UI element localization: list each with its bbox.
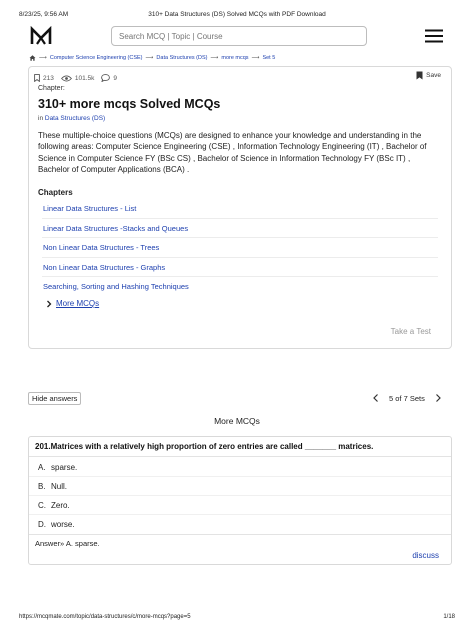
question-text: Matrices with a relatively high proporti…: [50, 442, 374, 451]
option-text: Null.: [51, 481, 68, 491]
option-a[interactable]: A. sparse.: [29, 458, 451, 477]
option-letter: B.: [38, 481, 46, 491]
mcqmate-logo-icon[interactable]: [30, 26, 52, 46]
option-c[interactable]: C. Zero.: [29, 496, 451, 515]
home-icon[interactable]: [29, 55, 36, 61]
more-mcqs-label: More MCQs: [56, 299, 100, 308]
breadcrumb-item-more-mcqs[interactable]: more mcqs: [221, 55, 248, 61]
chapter-link-graphs[interactable]: Non Linear Data Structures - Graphs: [42, 258, 438, 277]
description: These multiple-choice questions (MCQs) a…: [38, 131, 427, 175]
chapter-label: Chapter:: [38, 85, 65, 92]
option-d[interactable]: D. worse.: [29, 515, 451, 534]
print-page-title: 310+ Data Structures (DS) Solved MCQs wi…: [148, 11, 326, 18]
chapter-link-trees[interactable]: Non Linear Data Structures - Trees: [42, 238, 438, 258]
breadcrumb-separator: ⟶: [251, 55, 260, 61]
more-mcqs-toggle[interactable]: More MCQs: [46, 299, 99, 308]
stats-row: 213 101.5k 9: [34, 74, 117, 82]
section-title: More MCQs: [214, 416, 260, 426]
option-text: worse.: [51, 520, 75, 529]
views-stat: 101.5k: [60, 74, 95, 82]
answer-text: Answer» A. sparse.: [29, 534, 451, 552]
option-letter: A.: [38, 462, 46, 472]
options-list: A. sparse. B. Null. C. Zero. D. worse.: [29, 458, 451, 534]
comments-stat[interactable]: 9: [101, 74, 117, 82]
breadcrumb-separator: ⟶: [39, 55, 47, 61]
pager-label: 5 of 7 Sets: [389, 393, 425, 403]
views-count: 101.5k: [74, 74, 95, 82]
bookmark-count: 213: [43, 74, 54, 82]
chapter-link-list[interactable]: Linear Data Structures - List: [42, 199, 438, 219]
in-label: in: [38, 115, 44, 122]
hamburger-menu-icon[interactable]: [425, 29, 443, 43]
topic-card: 213 101.5k 9 Save Chapter: 310+ more mcq…: [28, 66, 452, 349]
chapter-link-searching-sorting[interactable]: Searching, Sorting and Hashing Technique…: [42, 277, 438, 297]
take-test-button[interactable]: Take a Test: [391, 327, 431, 336]
chapters-list: Linear Data Structures - List Linear Dat…: [42, 199, 438, 297]
print-page-number: 1/18: [443, 614, 455, 620]
navbar: [28, 25, 446, 49]
breadcrumb-item-set[interactable]: Set 5: [262, 55, 275, 61]
question-header: 201.Matrices with a relatively high prop…: [29, 437, 451, 457]
question-number: 201.: [35, 442, 51, 451]
eye-icon: [60, 75, 72, 81]
option-letter: C.: [38, 500, 46, 510]
comment-icon: [101, 74, 111, 82]
option-letter: D.: [38, 520, 46, 529]
set-pager: 5 of 7 Sets: [371, 393, 443, 403]
option-text: sparse.: [51, 462, 78, 472]
chevron-left-icon[interactable]: [371, 393, 381, 403]
subject-link[interactable]: Data Structures (DS): [45, 115, 105, 122]
search-input[interactable]: [111, 26, 367, 46]
chapter-link-stacks-queues[interactable]: Linear Data Structures -Stacks and Queue…: [42, 219, 438, 238]
bookmark-outline-icon: [34, 74, 40, 82]
bookmark-stat[interactable]: 213: [34, 74, 54, 82]
option-text: Zero.: [51, 500, 70, 510]
save-label: Save: [426, 72, 441, 79]
breadcrumb-item-cse[interactable]: Computer Science Engineering (CSE): [50, 55, 143, 61]
chapters-heading: Chapters: [38, 188, 73, 197]
bookmark-filled-icon: [416, 71, 423, 80]
question-card: 201.Matrices with a relatively high prop…: [28, 436, 452, 565]
save-button[interactable]: Save: [416, 71, 441, 80]
breadcrumb-item-ds[interactable]: Data Structures (DS): [156, 55, 207, 61]
page-title: 310+ more mcqs Solved MCQs: [38, 97, 221, 111]
print-url: https://mcqmate.com/topic/data-structure…: [19, 614, 191, 620]
comments-count: 9: [113, 74, 118, 82]
option-b[interactable]: B. Null.: [29, 477, 451, 496]
chevron-right-icon: [47, 300, 52, 307]
chevron-right-icon[interactable]: [433, 393, 443, 403]
subject-line: in Data Structures (DS): [38, 115, 105, 122]
hide-answers-button[interactable]: Hide answers: [28, 392, 82, 405]
discuss-link[interactable]: discuss: [412, 551, 439, 560]
breadcrumb-separator: ⟶: [145, 55, 154, 61]
breadcrumb: ⟶ Computer Science Engineering (CSE) ⟶ D…: [29, 55, 275, 61]
breadcrumb-separator: ⟶: [210, 55, 219, 61]
